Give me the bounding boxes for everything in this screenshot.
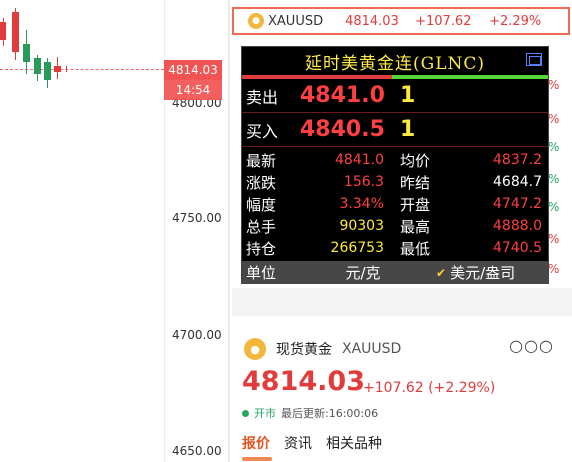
more-options-icon[interactable]: ○○○: [509, 336, 554, 355]
stat-label: 幅度: [246, 195, 277, 214]
quote-title-bar: 延时美黄金连(GLNC): [242, 47, 548, 75]
buy-label: 买入: [246, 121, 279, 141]
stat-value: 4841.0: [335, 152, 384, 168]
ticker-row[interactable]: ● XAUUSD 4814.03 +107.62 +2.29%: [232, 7, 570, 35]
stat-label: 涨跌: [246, 173, 277, 192]
sell-qty: 1: [400, 83, 416, 108]
card-header: ● 现货黄金 XAUUSD: [244, 338, 401, 360]
list-percent: %: [548, 172, 560, 186]
stat-value: 4740.5: [493, 240, 542, 256]
stat-label: 最新: [246, 151, 277, 170]
gold-coin-icon: ●: [248, 13, 264, 29]
stat-value: 4837.2: [493, 152, 542, 168]
sell-label: 卖出: [246, 87, 279, 107]
list-percent: %: [548, 232, 560, 246]
ticker-percent: +2.29%: [489, 13, 542, 29]
list-percent: %: [548, 140, 560, 154]
active-tab-indicator: [242, 457, 272, 461]
tab-related[interactable]: 相关品种: [326, 433, 382, 453]
stat-row: 持仓 266753 最低 4740.5: [242, 237, 548, 259]
stat-value: 4888.0: [493, 218, 542, 234]
last-price-line: [0, 69, 164, 70]
app-screen: 4800.00 4750.00 4700.00 4650.00 4814.03 …: [0, 0, 572, 462]
gold-coin-icon: ●: [244, 338, 266, 360]
status-open: 开市: [254, 407, 276, 420]
list-percent: %: [548, 78, 560, 92]
futures-quote-popup[interactable]: 延时美黄金连(GLNC) 卖出 4841.0 1 买入 4840.5 1 最新 …: [241, 46, 549, 284]
card-change: +107.62 (+2.29%): [363, 380, 496, 396]
price-chart[interactable]: 4800.00 4750.00 4700.00 4650.00 4814.03 …: [0, 0, 228, 462]
last-time-label: 14:54: [164, 80, 222, 100]
status-dot-icon: [242, 409, 249, 417]
stat-label: 均价: [400, 151, 431, 170]
list-percent: %: [548, 200, 560, 214]
candle: [54, 66, 61, 72]
stat-row: 幅度 3.34% 开盘 4747.2: [242, 193, 548, 215]
stat-value: 266753: [330, 240, 384, 256]
y-tick: 4700.00: [172, 328, 222, 342]
ticker-change: +107.62: [415, 13, 472, 29]
stat-row: 涨跌 156.3 昨结 4684.7: [242, 171, 548, 193]
unit-label: 单位: [246, 264, 277, 282]
market-status: 开市 最后更新:16:00:06: [242, 405, 378, 421]
check-icon[interactable]: ✔: [436, 266, 446, 280]
instrument-symbol: XAUUSD: [342, 341, 402, 357]
last-update: 最后更新:16:00:06: [281, 407, 379, 420]
stat-label: 最高: [400, 217, 431, 236]
stat-value: 90303: [339, 218, 384, 234]
tab-quote[interactable]: 报价: [242, 433, 270, 453]
candle-wick: [66, 66, 67, 72]
list-percent: %: [548, 262, 560, 276]
y-tick: 4750.00: [172, 211, 222, 225]
buy-qty: 1: [400, 117, 416, 142]
card-tabs: 报价 资讯 相关品种: [242, 433, 396, 453]
candle: [23, 44, 30, 62]
spot-gold-card[interactable]: ● 现货黄金 XAUUSD ○○○ 4814.03 +107.62 (+2.29…: [232, 316, 572, 462]
stat-label: 开盘: [400, 195, 431, 214]
unit-bar: 单位 元/克 ✔ 美元/盎司: [242, 261, 548, 284]
stat-label: 持仓: [246, 239, 277, 258]
stat-row: 总手 90303 最高 4888.0: [242, 215, 548, 237]
stat-label: 最低: [400, 239, 431, 258]
instrument-name: 现货黄金: [276, 342, 332, 358]
buy-sell-ratio-bar: [242, 75, 548, 79]
panel-divider: [228, 0, 230, 462]
stat-value: 3.34%: [339, 196, 384, 212]
unit-value: 元/克: [345, 264, 381, 282]
restore-window-icon[interactable]: [526, 53, 542, 66]
ticker-symbol: XAUUSD: [268, 13, 324, 29]
sell-price: 4841.0: [300, 83, 385, 108]
buy-price: 4840.5: [300, 117, 385, 142]
candle: [12, 12, 19, 52]
tab-news[interactable]: 资讯: [284, 433, 312, 453]
candle: [34, 58, 41, 74]
buy-row: 买入 4840.5 1: [242, 113, 548, 147]
stat-value: 4747.2: [493, 196, 542, 212]
stat-value: 156.3: [343, 174, 384, 190]
last-price-label: 4814.03: [164, 60, 222, 80]
card-price: 4814.03: [242, 366, 365, 397]
y-tick: 4650.00: [172, 444, 222, 458]
sell-row: 卖出 4841.0 1: [242, 79, 548, 113]
candle: [44, 62, 51, 80]
quote-stats: 最新 4841.0 均价 4837.2 涨跌 156.3 昨结 4684.7 幅…: [242, 147, 548, 259]
stat-label: 昨结: [400, 173, 431, 192]
ticker-price: 4814.03: [345, 13, 399, 29]
section-gap: [232, 288, 572, 316]
stat-value: 4684.7: [493, 174, 542, 190]
list-percent: %: [548, 112, 560, 126]
unit-alt-option[interactable]: 美元/盎司: [450, 262, 515, 283]
stat-label: 总手: [246, 217, 277, 236]
quote-title: 延时美黄金连(GLNC): [304, 53, 486, 74]
stat-row: 最新 4841.0 均价 4837.2: [242, 149, 548, 171]
candle: [0, 22, 6, 40]
